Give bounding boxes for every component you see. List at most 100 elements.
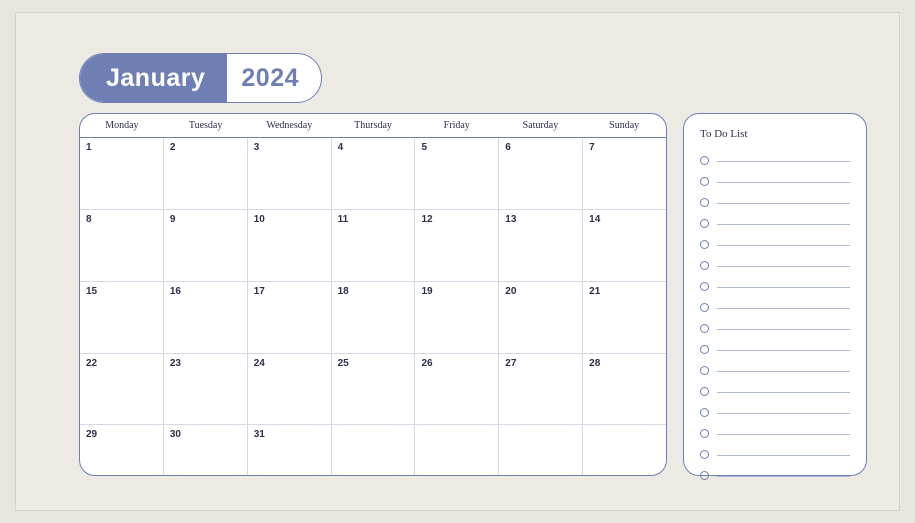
- todo-item[interactable]: [700, 280, 850, 293]
- calendar-header: MondayTuesdayWednesdayThursdayFridaySatu…: [80, 114, 666, 138]
- checkbox-icon[interactable]: [700, 240, 709, 249]
- weekday-label: Tuesday: [164, 114, 248, 137]
- todo-line: [717, 371, 850, 372]
- todo-line: [717, 413, 850, 414]
- calendar-cell[interactable]: 2: [163, 138, 247, 209]
- calendar-cell[interactable]: 23: [163, 354, 247, 425]
- calendar-cell[interactable]: 3: [247, 138, 331, 209]
- weekday-label: Thursday: [331, 114, 415, 137]
- todo-line: [717, 203, 850, 204]
- calendar-cell[interactable]: 21: [582, 282, 666, 353]
- page: January 2024 MondayTuesdayWednesdayThurs…: [15, 12, 900, 511]
- todo-title: To Do List: [700, 128, 850, 140]
- todo-line: [717, 287, 850, 288]
- todo-item[interactable]: [700, 154, 850, 167]
- checkbox-icon[interactable]: [700, 387, 709, 396]
- checkbox-icon[interactable]: [700, 156, 709, 165]
- todo-item[interactable]: [700, 448, 850, 461]
- weekday-label: Wednesday: [247, 114, 331, 137]
- calendar-row: 1234567: [80, 138, 666, 209]
- todo-item[interactable]: [700, 259, 850, 272]
- checkbox-icon[interactable]: [700, 177, 709, 186]
- todo-item[interactable]: [700, 196, 850, 209]
- todo-item[interactable]: [700, 427, 850, 440]
- todo-line: [717, 392, 850, 393]
- checkbox-icon[interactable]: [700, 261, 709, 270]
- todo-panel: To Do List: [683, 113, 867, 476]
- calendar-cell[interactable]: 28: [582, 354, 666, 425]
- todo-line: [717, 266, 850, 267]
- calendar-cell[interactable]: 29: [80, 425, 163, 475]
- todo-line: [717, 245, 850, 246]
- calendar-cell[interactable]: [414, 425, 498, 475]
- todo-line: [717, 308, 850, 309]
- todo-item[interactable]: [700, 385, 850, 398]
- todo-line: [717, 350, 850, 351]
- calendar-cell[interactable]: [498, 425, 582, 475]
- weekday-label: Sunday: [582, 114, 666, 137]
- todo-item[interactable]: [700, 469, 850, 482]
- todo-line: [717, 224, 850, 225]
- todo-line: [717, 434, 850, 435]
- todo-item[interactable]: [700, 364, 850, 377]
- calendar-cell[interactable]: 14: [582, 210, 666, 281]
- checkbox-icon[interactable]: [700, 471, 709, 480]
- todo-line: [717, 455, 850, 456]
- calendar-cell[interactable]: 1: [80, 138, 163, 209]
- checkbox-icon[interactable]: [700, 198, 709, 207]
- todo-item[interactable]: [700, 301, 850, 314]
- calendar-cell[interactable]: 6: [498, 138, 582, 209]
- calendar-row: 15161718192021: [80, 281, 666, 353]
- calendar-cell[interactable]: 15: [80, 282, 163, 353]
- calendar-cell[interactable]: [582, 425, 666, 475]
- calendar-body: 1234567891011121314151617181920212223242…: [80, 138, 666, 475]
- todo-line: [717, 329, 850, 330]
- calendar-cell[interactable]: 20: [498, 282, 582, 353]
- calendar-cell[interactable]: 16: [163, 282, 247, 353]
- calendar-cell[interactable]: 7: [582, 138, 666, 209]
- checkbox-icon[interactable]: [700, 303, 709, 312]
- todo-line: [717, 161, 850, 162]
- todo-item[interactable]: [700, 322, 850, 335]
- calendar-cell[interactable]: 13: [498, 210, 582, 281]
- weekday-label: Saturday: [499, 114, 583, 137]
- calendar-cell[interactable]: 5: [414, 138, 498, 209]
- todo-item[interactable]: [700, 217, 850, 230]
- calendar-cell[interactable]: 10: [247, 210, 331, 281]
- calendar-cell[interactable]: 22: [80, 354, 163, 425]
- calendar-cell[interactable]: 31: [247, 425, 331, 475]
- checkbox-icon[interactable]: [700, 450, 709, 459]
- todo-item[interactable]: [700, 175, 850, 188]
- checkbox-icon[interactable]: [700, 408, 709, 417]
- checkbox-icon[interactable]: [700, 324, 709, 333]
- calendar-cell[interactable]: 30: [163, 425, 247, 475]
- calendar-cell[interactable]: 4: [331, 138, 415, 209]
- calendar: MondayTuesdayWednesdayThursdayFridaySatu…: [79, 113, 667, 476]
- month-name: January: [80, 54, 227, 102]
- calendar-cell[interactable]: 25: [331, 354, 415, 425]
- todo-item[interactable]: [700, 238, 850, 251]
- calendar-cell[interactable]: 24: [247, 354, 331, 425]
- calendar-cell[interactable]: 19: [414, 282, 498, 353]
- month-chip: January 2024: [79, 53, 322, 103]
- calendar-cell[interactable]: 11: [331, 210, 415, 281]
- calendar-cell[interactable]: 12: [414, 210, 498, 281]
- todo-line: [717, 476, 850, 477]
- checkbox-icon[interactable]: [700, 366, 709, 375]
- checkbox-icon[interactable]: [700, 429, 709, 438]
- calendar-cell[interactable]: 18: [331, 282, 415, 353]
- calendar-cell[interactable]: 8: [80, 210, 163, 281]
- checkbox-icon[interactable]: [700, 282, 709, 291]
- weekday-label: Monday: [80, 114, 164, 137]
- calendar-cell[interactable]: 17: [247, 282, 331, 353]
- todo-item[interactable]: [700, 406, 850, 419]
- calendar-cell[interactable]: 26: [414, 354, 498, 425]
- calendar-cell[interactable]: 9: [163, 210, 247, 281]
- calendar-cell[interactable]: 27: [498, 354, 582, 425]
- calendar-cell[interactable]: [331, 425, 415, 475]
- checkbox-icon[interactable]: [700, 219, 709, 228]
- todo-item[interactable]: [700, 343, 850, 356]
- todo-line: [717, 182, 850, 183]
- checkbox-icon[interactable]: [700, 345, 709, 354]
- calendar-row: 293031: [80, 424, 666, 475]
